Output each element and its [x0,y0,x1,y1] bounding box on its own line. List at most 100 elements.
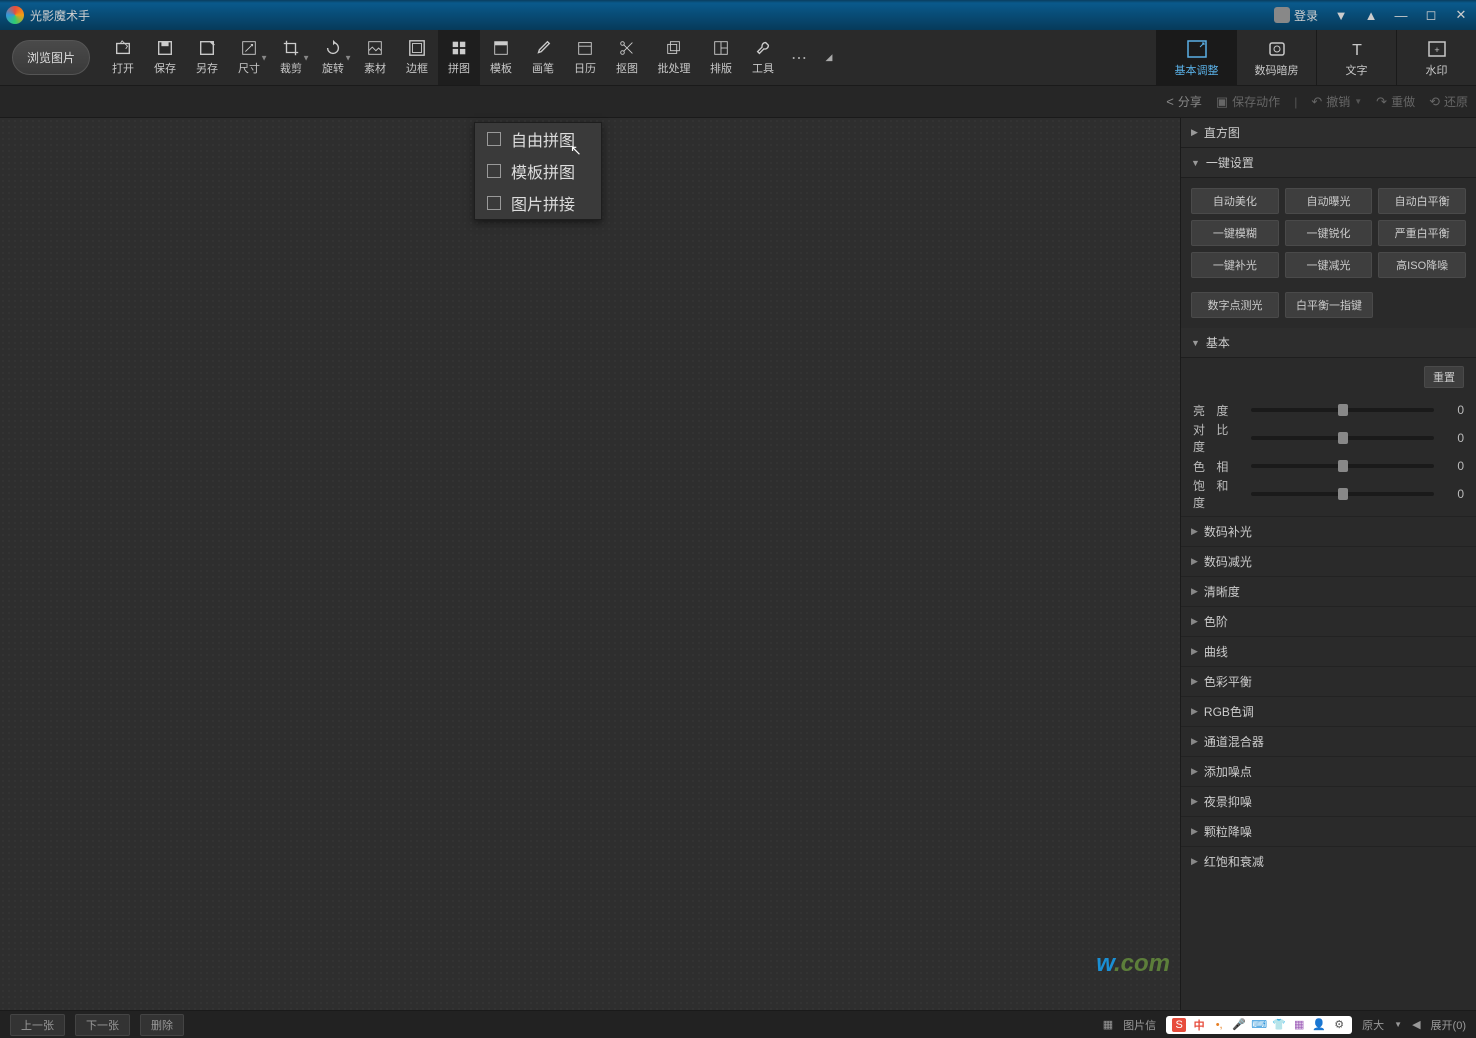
preset-5[interactable]: 严重白平衡 [1378,220,1466,246]
prev-image-button[interactable]: 上一张 [10,1014,65,1036]
slider-row-0: 亮 度0 [1193,396,1464,424]
zoom-label[interactable]: 原大 [1362,1017,1384,1033]
cutout-icon [618,39,636,57]
ime-lang-icon: 中 [1192,1018,1206,1032]
slider-track-1[interactable] [1251,436,1434,440]
image-info-label[interactable]: 图片信 [1123,1017,1156,1033]
collapse-3[interactable]: ▶色阶 [1181,606,1476,636]
tool-brush[interactable]: 画笔 [522,30,564,85]
reset-button[interactable]: 重置 [1424,366,1464,388]
preset-4[interactable]: 一键锐化 [1285,220,1373,246]
minimize-button[interactable]: — [1386,0,1416,30]
save-action-button[interactable]: ▣保存动作 [1216,93,1280,110]
preset-2[interactable]: 自动白平衡 [1378,188,1466,214]
preset-3[interactable]: 一键模糊 [1191,220,1279,246]
tool-save[interactable]: 保存 [144,30,186,85]
collapse-4[interactable]: ▶曲线 [1181,636,1476,666]
dropdown-item-free[interactable]: 自由拼图 [475,123,601,155]
tool-layout[interactable]: 排版 [700,30,742,85]
slider-track-0[interactable] [1251,408,1434,412]
titlebar-up-button[interactable]: ▲ [1356,0,1386,30]
slider-track-2[interactable] [1251,464,1434,468]
ime-toolbar[interactable]: S 中 •, 🎤 ⌨ 👕 ▦ 👤 ⚙ [1166,1016,1352,1034]
slider-thumb-2[interactable] [1338,460,1348,472]
tool-saveas[interactable]: 另存 [186,30,228,85]
delete-button[interactable]: 删除 [140,1014,184,1036]
tool-size[interactable]: 尺寸▼ [228,30,270,85]
caret-right-icon: ▶ [1191,127,1198,138]
calendar-icon [576,39,594,57]
tool-rotate[interactable]: 旋转▼ [312,30,354,85]
preset-6[interactable]: 一键补光 [1191,252,1279,278]
caret-right-icon: ▶ [1191,586,1198,597]
collapse-1[interactable]: ▶数码减光 [1181,546,1476,576]
preset2-1[interactable]: 白平衡一指键 [1285,292,1373,318]
tool-batch[interactable]: 批处理 [648,30,700,85]
login-button[interactable]: 登录 [1266,7,1326,24]
basic-header[interactable]: ▼基本 [1181,328,1476,358]
tool-collage[interactable]: 拼图 [438,30,480,85]
collapse-10[interactable]: ▶颗粒降噪 [1181,816,1476,846]
next-image-button[interactable]: 下一张 [75,1014,130,1036]
slider-val-0: 0 [1442,403,1464,417]
preset-8[interactable]: 高ISO降噪 [1378,252,1466,278]
maximize-button[interactable]: ◻ [1416,0,1446,30]
tool-frame[interactable]: 边框 [396,30,438,85]
oneclick-header[interactable]: ▼一键设置 [1181,148,1476,178]
redo-button[interactable]: ↷重做 [1376,93,1415,110]
batch-icon [665,39,683,57]
browse-images-button[interactable]: 浏览图片 [12,40,90,75]
collapse-6[interactable]: ▶RGB色调 [1181,696,1476,726]
site-watermark: w.com [1096,950,1170,978]
tool-tools[interactable]: 工具 [742,30,784,85]
zoom-dropdown-icon[interactable]: ▼ [1394,1020,1402,1029]
slider-thumb-3[interactable] [1338,488,1348,500]
rtab-3[interactable]: +水印 [1396,30,1476,86]
collapse-5[interactable]: ▶色彩平衡 [1181,666,1476,696]
tool-calendar[interactable]: 日历 [564,30,606,85]
redo-icon: ↷ [1376,94,1387,110]
close-button[interactable]: ✕ [1446,0,1476,30]
collapse-11[interactable]: ▶红饱和衰减 [1181,846,1476,876]
dropdown-arrow-icon: ▼ [302,53,310,62]
histogram-header[interactable]: ▶直方图 [1181,118,1476,148]
restore-button[interactable]: ⟲还原 [1429,93,1468,110]
collapse-0[interactable]: ▶数码补光 [1181,516,1476,546]
preset-0[interactable]: 自动美化 [1191,188,1279,214]
tool-material[interactable]: 素材 [354,30,396,85]
collapse-2[interactable]: ▶清晰度 [1181,576,1476,606]
share-button[interactable]: <分享 [1166,93,1202,110]
tool-template[interactable]: 模板 [480,30,522,85]
toolbar-more-button[interactable]: ⋯ [784,30,814,85]
tool-crop[interactable]: 裁剪▼ [270,30,312,85]
tool-open[interactable]: 打开 [102,30,144,85]
tool-cutout[interactable]: 抠图 [606,30,648,85]
share-icon: < [1166,94,1174,109]
preset2-0[interactable]: 数字点测光 [1191,292,1279,318]
caret-down-icon: ▼ [1191,338,1200,348]
titlebar-down-button[interactable]: ▼ [1326,0,1356,30]
slider-thumb-0[interactable] [1338,404,1348,416]
expand-label[interactable]: 展开(0) [1431,1017,1466,1033]
rtab-1[interactable]: 数码暗房 [1236,30,1316,86]
dropdown-item-template[interactable]: 模板拼图 [475,155,601,187]
save-icon [156,39,174,57]
caret-right-icon: ▶ [1191,706,1198,717]
slider-thumb-1[interactable] [1338,432,1348,444]
canvas-area[interactable]: 自由拼图模板拼图图片拼接 ↖ w.com [0,118,1180,1010]
preset-1[interactable]: 自动曝光 [1285,188,1373,214]
slider-row-2: 色 相0 [1193,452,1464,480]
caret-right-icon: ▶ [1191,766,1198,777]
preset-7[interactable]: 一键减光 [1285,252,1373,278]
slider-track-3[interactable] [1251,492,1434,496]
undo-button[interactable]: ↶撤销▼ [1311,93,1362,110]
toolbar-expand-icon[interactable]: ◢ [814,30,844,85]
collapse-8[interactable]: ▶添加噪点 [1181,756,1476,786]
rtab-0[interactable]: 基本调整 [1156,30,1236,86]
rtab-2[interactable]: T文字 [1316,30,1396,86]
collapse-9[interactable]: ▶夜景抑噪 [1181,786,1476,816]
collapse-7[interactable]: ▶通道混合器 [1181,726,1476,756]
rotate-icon [324,39,342,57]
svg-text:T: T [1352,42,1362,59]
dropdown-item-splice[interactable]: 图片拼接 [475,187,601,219]
